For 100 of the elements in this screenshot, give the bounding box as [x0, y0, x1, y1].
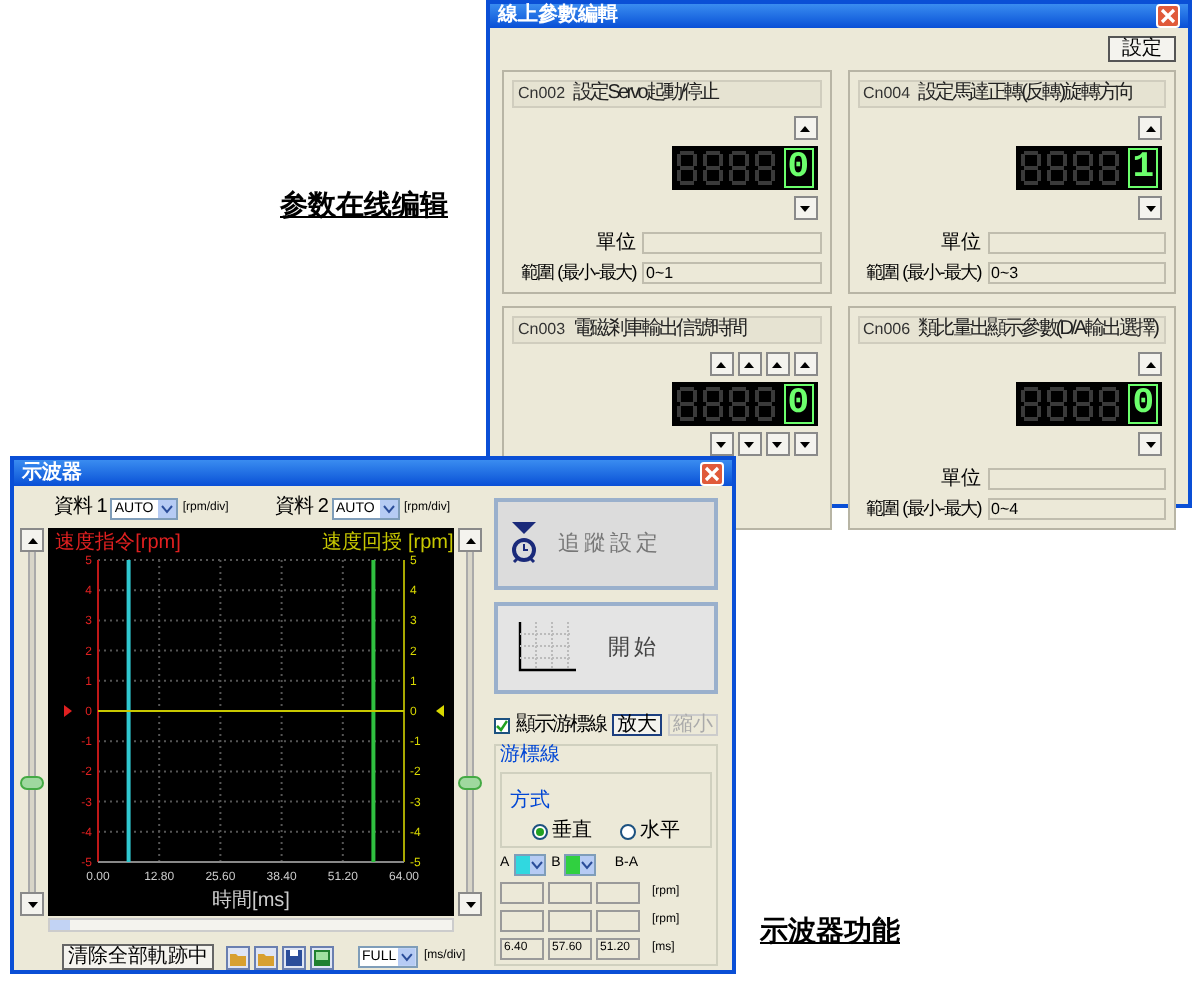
range-value: 0~1	[642, 262, 821, 284]
dropdown-arrow-icon	[580, 856, 595, 874]
toolbar-button[interactable]	[282, 945, 306, 969]
parameter-code: Cn002	[518, 82, 566, 106]
decrement-button[interactable]	[793, 432, 817, 456]
down-arrow-icon	[465, 901, 475, 907]
parameter-name: 設定Servo起動/停止	[573, 84, 718, 104]
digit-value: 0	[783, 384, 813, 424]
range-label: 範圍 (最小-最大)	[864, 264, 981, 282]
up-arrow-icon	[465, 537, 475, 543]
down-arrow-icon	[800, 205, 810, 211]
parameter-name: 類比量出顯示參數(D/A輸出選擇)	[918, 320, 1158, 340]
slider-thumb[interactable]	[20, 776, 44, 790]
group-title: 游標線	[500, 746, 562, 766]
caption: 示波器功能	[760, 912, 900, 950]
range-value: 0~4	[987, 498, 1166, 520]
down-arrow-icon	[716, 441, 726, 447]
unit-label: 單位	[939, 233, 981, 253]
unused-digits-drawing	[675, 386, 780, 422]
unused-digits-drawing	[1020, 150, 1125, 186]
digit-value: 1	[1128, 148, 1158, 188]
up-arrow-icon	[800, 361, 810, 367]
checkbox[interactable]	[494, 717, 510, 733]
zoom-in-button[interactable]: 放大	[612, 714, 662, 736]
decrement-button[interactable]	[765, 432, 789, 456]
unit-label: 單位	[939, 469, 981, 489]
decrement-button[interactable]	[737, 432, 761, 456]
parameter-name: 電磁剎車輸出信號時間	[573, 320, 746, 340]
close-button[interactable]	[1156, 4, 1180, 28]
dropdown-arrow-icon	[158, 499, 177, 517]
unused-digits-drawing	[1020, 386, 1125, 422]
unit-label: 單位	[594, 233, 636, 253]
image-icon	[314, 949, 330, 965]
up-arrow-icon	[800, 125, 810, 131]
caption: 参数在线编辑	[280, 186, 448, 224]
window-title: 線上參數編輯	[498, 6, 618, 26]
digit-value: 0	[783, 148, 813, 188]
range-label: 範圍 (最小-最大)	[864, 500, 981, 518]
up-arrow-icon	[27, 537, 37, 543]
up-arrow-icon	[1145, 361, 1155, 367]
reading-field	[548, 882, 592, 904]
increment-button[interactable]	[1138, 116, 1162, 140]
increment-button[interactable]	[20, 528, 44, 552]
increment-button[interactable]	[709, 352, 733, 376]
start-button[interactable]: 開始	[494, 602, 718, 694]
close-icon	[1160, 8, 1176, 24]
parameter-code: Cn006	[863, 318, 911, 342]
parameter-name: 設定馬達正轉(反轉)旋轉方向	[918, 84, 1133, 104]
group-title: 方式	[510, 790, 550, 812]
down-arrow-icon	[800, 441, 810, 447]
parameter-code: Cn003	[518, 318, 566, 342]
color-dropdown[interactable]	[513, 854, 546, 876]
increment-button[interactable]	[1138, 352, 1162, 376]
digit-value: 0	[1128, 384, 1158, 424]
close-button[interactable]	[700, 461, 724, 485]
marker-icon	[436, 705, 444, 717]
channel-label: 資料 2	[275, 498, 328, 518]
increment-button[interactable]	[793, 116, 817, 140]
axis-title: 速度指令[rpm]	[55, 532, 181, 554]
up-arrow-icon	[744, 361, 754, 367]
cursor-line[interactable]	[371, 560, 376, 862]
reading-field	[500, 910, 544, 932]
decrement-button[interactable]	[20, 892, 44, 916]
marker-icon	[64, 705, 72, 717]
radio-option[interactable]: 垂直	[532, 822, 592, 842]
decrement-button[interactable]	[458, 892, 482, 916]
up-arrow-icon	[772, 361, 782, 367]
increment-button[interactable]	[737, 352, 761, 376]
decrement-button[interactable]	[709, 432, 733, 456]
increment-button[interactable]	[765, 352, 789, 376]
down-arrow-icon	[744, 441, 754, 447]
checkbox-label: 顯示游標線	[516, 715, 606, 735]
horizontal-scrollbar[interactable]	[48, 918, 454, 932]
reading-field	[548, 910, 592, 932]
color-dropdown[interactable]	[564, 854, 597, 876]
increment-button[interactable]	[793, 352, 817, 376]
decrement-button[interactable]	[1138, 432, 1162, 456]
axis-title: 時間[ms]	[212, 890, 290, 912]
reading-field	[596, 910, 640, 932]
toolbar-button[interactable]	[310, 945, 334, 969]
range-value: 0~3	[987, 262, 1166, 284]
clear-button[interactable]: 清除全部軌跡中	[62, 944, 214, 970]
close-icon	[704, 465, 720, 481]
decrement-button[interactable]	[793, 196, 817, 220]
reading-field	[596, 882, 640, 904]
cursor-line[interactable]	[126, 560, 131, 862]
increment-button[interactable]	[458, 528, 482, 552]
set-button[interactable]: 設定	[1108, 36, 1176, 62]
window-title: 示波器	[22, 463, 82, 483]
parameter-code: Cn004	[863, 82, 911, 106]
check-icon	[496, 719, 508, 731]
decrement-button[interactable]	[1138, 196, 1162, 220]
save-icon	[286, 949, 302, 965]
range-label: 範圍 (最小-最大)	[519, 264, 636, 282]
radio-option[interactable]: 水平	[620, 822, 680, 842]
dropdown-arrow-icon	[398, 948, 416, 966]
channel-label: 資料 1	[54, 498, 107, 518]
reading-field	[500, 882, 544, 904]
dropdown-arrow-icon	[379, 499, 398, 517]
slider-thumb[interactable]	[458, 776, 482, 790]
